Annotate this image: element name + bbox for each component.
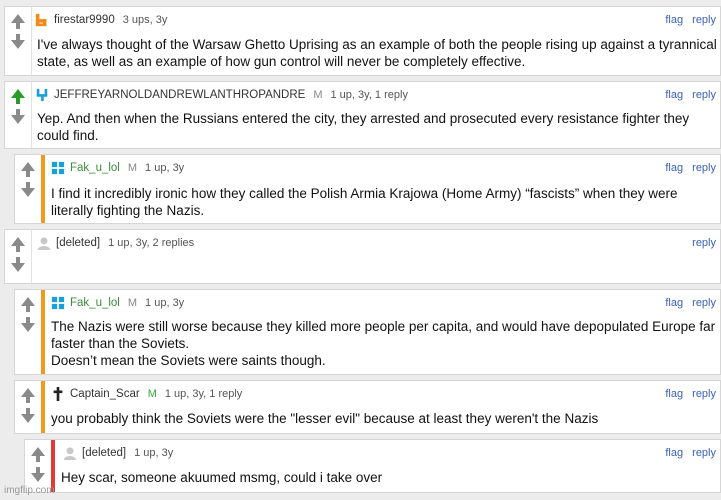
reply-link[interactable]: reply [692,89,716,101]
comment-meta: 1 up, 3y [145,297,185,309]
comment-text: Hey scar, someone akuumed msmg, could i … [61,470,383,485]
comment-actions: flag reply [659,388,716,400]
reply-link[interactable]: reply [692,162,716,174]
comment-actions: flag reply [659,14,716,26]
comment-text: I've always thought of the Warsaw Ghetto… [37,37,717,69]
mod-badge: M [127,162,138,174]
comment-username[interactable]: firestar9990 [54,14,115,26]
comment-username: [deleted] [82,447,127,459]
downvote-icon[interactable] [11,40,25,49]
reply-link[interactable]: reply [692,297,716,309]
comment-username: [deleted] [56,237,101,249]
downvote-icon[interactable] [21,188,35,197]
user-avatar-icon[interactable] [35,88,49,102]
comment-4: [deleted] 1 up, 3y, 2 replies reply [4,229,721,284]
vote-column [5,230,32,283]
comment-text: you probably think the Soviets were the … [51,411,599,426]
comment-7: [deleted] 1 up, 3y flag reply Hey scar, … [24,439,721,493]
comment-actions: reply [686,237,716,249]
reply-link[interactable]: reply [692,14,716,26]
comment-meta: 1 up, 3y [134,447,174,459]
mod-badge: M [313,89,323,101]
user-avatar-icon[interactable] [51,296,65,310]
reply-link[interactable]: reply [692,237,716,249]
thread-stripe [41,290,45,374]
upvote-icon[interactable] [21,162,35,171]
comment-actions: flag reply [659,297,716,309]
reply-link[interactable]: reply [692,447,716,459]
mod-badge: M [127,297,138,309]
flag-link[interactable]: flag [665,162,683,174]
flag-link[interactable]: flag [665,388,683,400]
comment-3: Fak_u_lol M 1 up, 3y flag reply I find i… [14,154,721,224]
upvote-icon[interactable] [11,14,25,23]
comment-meta: 1 up, 3y, 1 reply [164,388,243,400]
upvote-icon[interactable] [11,89,25,98]
comment-actions: flag reply [659,447,716,459]
flag-link[interactable]: flag [665,297,683,309]
comment-meta: 1 up, 3y [145,162,185,174]
flag-link[interactable]: flag [665,447,683,459]
comment-username[interactable]: JEFFREYARNOLDANDREWLANTHROPANDRE [54,89,305,101]
vote-column [5,82,32,148]
comment-meta: 1 up, 3y, 1 reply [330,89,408,101]
thread-stripe [41,155,45,223]
upvote-icon[interactable] [31,447,45,456]
upvote-icon[interactable] [21,297,35,306]
comment-paragraph: Doesn’t mean the Soviets were saints tho… [51,353,326,368]
downvote-icon[interactable] [21,414,35,423]
upvote-icon[interactable] [21,388,35,397]
comment-1: firestar9990 3 ups, 3y flag reply I've a… [4,6,721,76]
comment-text: Yep. And then when the Russians entered … [37,111,690,143]
thread-stripe [41,381,45,433]
comment-6: Captain_Scar M 1 up, 3y, 1 reply flag re… [14,380,721,434]
reply-link[interactable]: reply [692,388,716,400]
vote-column [15,381,42,433]
comment-text: I find it incredibly ironic how they cal… [51,186,678,218]
comment-meta: 3 ups, 3y [122,14,168,26]
flag-link[interactable]: flag [665,14,683,26]
vote-column [5,7,32,75]
comment-actions: flag reply [659,89,716,101]
downvote-icon[interactable] [31,473,45,482]
mod-badge: M [147,388,157,400]
flag-link[interactable]: flag [665,89,683,101]
comment-actions: flag reply [659,162,716,174]
cross-avatar-icon[interactable] [51,387,65,401]
default-avatar-icon [37,237,51,250]
default-avatar-icon [63,447,77,460]
comment-username[interactable]: Fak_u_lol [70,297,120,309]
comment-5: Fak_u_lol M 1 up, 3y flag reply The Nazi… [14,289,721,375]
vote-column [15,155,42,223]
comment-username[interactable]: Fak_u_lol [70,162,120,174]
upvote-icon[interactable] [11,237,25,246]
vote-column [15,290,42,374]
user-avatar-icon[interactable] [51,161,65,175]
comment-2: JEFFREYARNOLDANDREWLANTHROPANDRE M 1 up,… [4,81,721,149]
watermark: imgflip.com [4,485,55,496]
downvote-icon[interactable] [21,323,35,332]
comment-paragraph: The Nazis were still worse because they … [51,319,716,351]
downvote-icon[interactable] [11,115,25,124]
comment-text: The Nazis were still worse because they … [51,318,719,369]
comment-meta: 1 up, 3y, 2 replies [108,237,195,249]
user-avatar-icon[interactable] [35,13,49,27]
downvote-icon[interactable] [11,263,25,272]
comment-username[interactable]: Captain_Scar [70,388,140,400]
